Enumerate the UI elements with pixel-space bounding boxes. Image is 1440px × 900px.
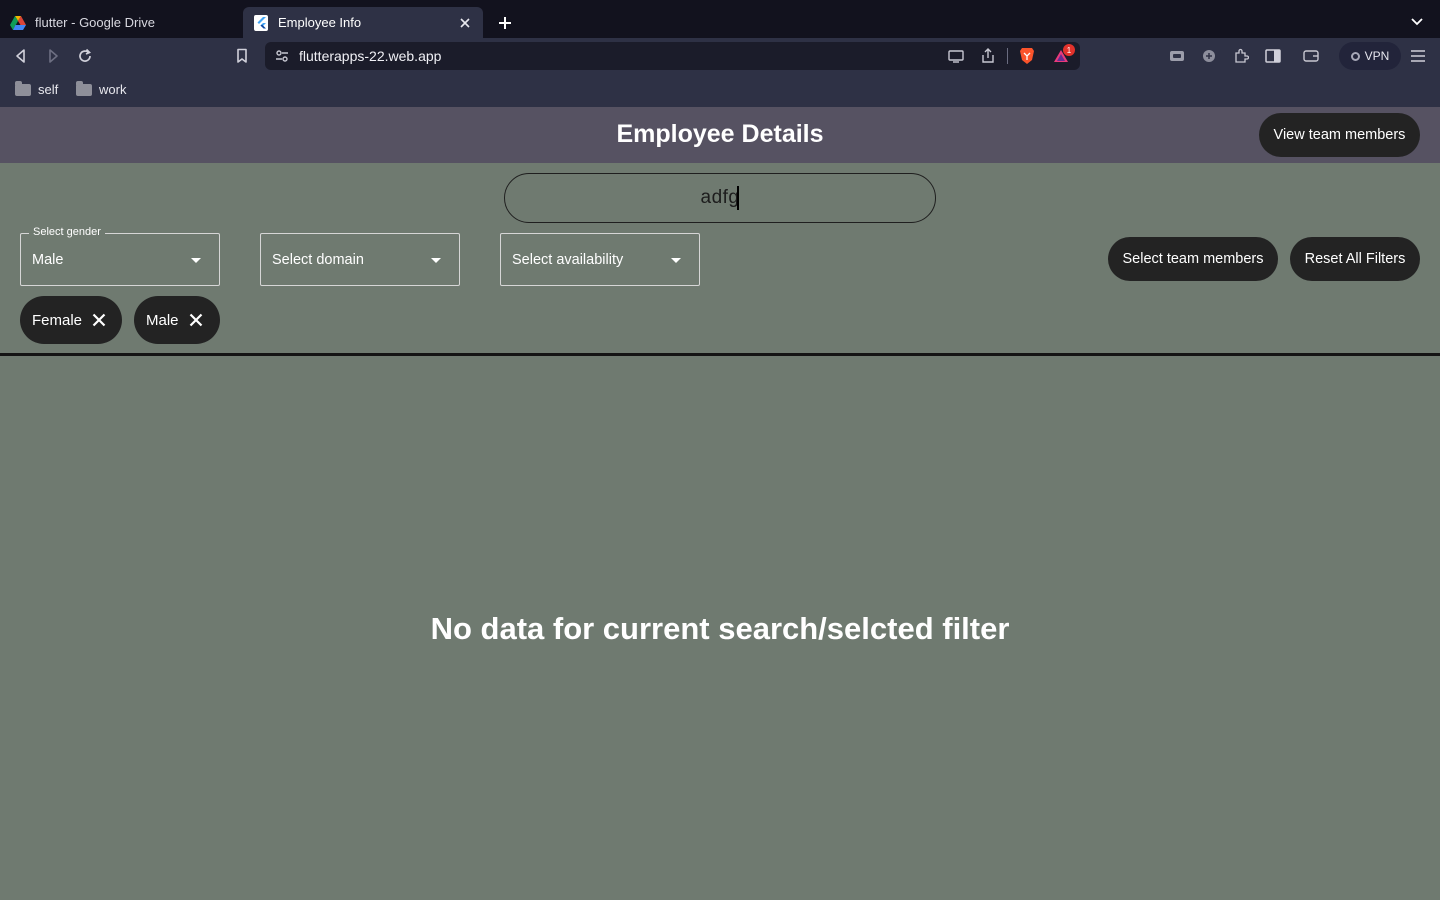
section-divider — [0, 353, 1440, 356]
filter-chip-male[interactable]: Male — [134, 296, 220, 344]
filter-chip-female[interactable]: Female — [20, 296, 122, 344]
search-value: adfg — [700, 187, 740, 208]
gender-selected-value: Male — [32, 252, 64, 268]
brave-shields-icon[interactable] — [1018, 47, 1036, 65]
empty-state-message: No data for current search/selcted filte… — [430, 611, 1010, 646]
url-text: flutterapps-22.web.app — [299, 48, 442, 64]
availability-hint: Select availability — [512, 252, 624, 268]
vpn-status-icon — [1350, 51, 1360, 61]
vpn-button[interactable]: VPN — [1339, 42, 1401, 70]
extensions-icon[interactable] — [1232, 47, 1250, 65]
bookmark-label: work — [99, 82, 127, 97]
new-tab-icon[interactable] — [494, 12, 516, 34]
site-settings-icon[interactable] — [273, 47, 291, 65]
dropdown-arrow-icon — [431, 258, 441, 263]
sidebar-toggle-icon[interactable] — [1264, 47, 1282, 65]
dropdown-arrow-icon — [671, 258, 681, 263]
tab-google-drive[interactable]: flutter - Google Drive — [0, 7, 240, 38]
share-icon[interactable] — [979, 47, 997, 65]
wallet-icon[interactable] — [1302, 47, 1320, 65]
page-title: Employee Details — [616, 120, 824, 148]
folder-icon — [15, 80, 31, 96]
browser-toolbar: flutterapps-22.web.app 1 VPN — [0, 38, 1440, 74]
domain-hint: Select domain — [272, 252, 364, 268]
chevron-down-icon[interactable] — [1410, 14, 1424, 28]
chip-label: Male — [146, 311, 179, 329]
bookmark-folder-self[interactable]: self — [15, 80, 59, 97]
leo-ai-icon[interactable] — [1200, 47, 1218, 65]
address-divider — [1007, 48, 1008, 64]
gender-floating-label: Select gender — [29, 226, 105, 238]
back-icon[interactable] — [12, 47, 30, 65]
google-drive-icon — [10, 15, 26, 31]
menu-icon[interactable] — [1409, 47, 1427, 65]
bookmark-label: self — [38, 82, 59, 97]
tab-employee-info[interactable]: Employee Info — [243, 7, 483, 38]
bookmarks-bar: self work — [0, 74, 1440, 107]
media-icon[interactable] — [1168, 47, 1186, 65]
cast-icon[interactable] — [947, 47, 965, 65]
select-team-members-button[interactable]: Select team members — [1108, 237, 1278, 281]
gender-dropdown[interactable]: Select gender Male — [20, 226, 220, 286]
reload-icon[interactable] — [76, 47, 94, 65]
close-tab-icon[interactable] — [457, 15, 473, 31]
chip-label: Female — [32, 311, 83, 329]
reset-all-filters-button[interactable]: Reset All Filters — [1290, 237, 1420, 281]
app-bar: Employee Details — [0, 107, 1440, 163]
dropdown-arrow-icon — [191, 258, 201, 263]
address-bar[interactable]: flutterapps-22.web.app 1 — [265, 42, 1080, 70]
text-caret — [737, 186, 740, 210]
close-icon[interactable] — [90, 311, 108, 329]
browser-tab-strip: flutter - Google Drive Employee Info — [0, 0, 1440, 38]
domain-dropdown[interactable]: Select domain — [260, 233, 460, 286]
vpn-label: VPN — [1364, 49, 1390, 63]
bookmark-icon[interactable] — [233, 47, 251, 65]
availability-dropdown[interactable]: Select availability — [500, 233, 700, 286]
tab-title: Employee Info — [278, 15, 362, 30]
view-team-members-button[interactable]: View team members — [1259, 113, 1420, 157]
forward-icon[interactable] — [44, 47, 62, 65]
folder-icon — [76, 80, 92, 96]
rewards-badge: 1 — [1063, 44, 1075, 56]
search-input[interactable]: adfg — [504, 173, 936, 223]
flutter-icon — [253, 14, 269, 31]
close-icon[interactable] — [187, 311, 205, 329]
bookmark-folder-work[interactable]: work — [76, 80, 127, 97]
tab-title: flutter - Google Drive — [35, 15, 155, 30]
